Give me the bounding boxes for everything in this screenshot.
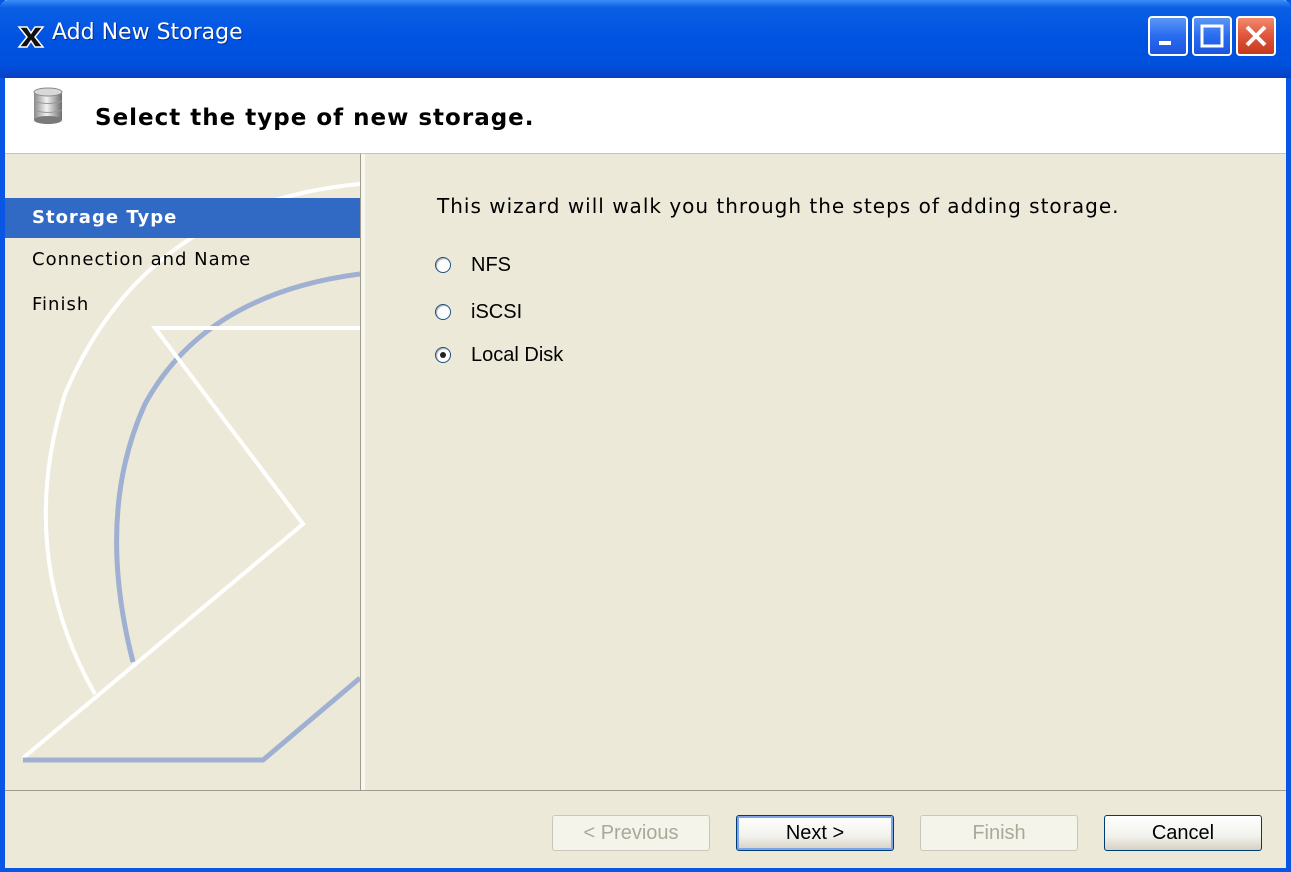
sidebar-divider [361, 154, 365, 790]
finish-button[interactable]: Finish [920, 815, 1078, 851]
database-icon [33, 87, 63, 124]
nfs-radio[interactable] [435, 257, 451, 273]
step-connection-and-name: Connection and Name [32, 249, 252, 270]
local-disk-label[interactable]: Local Disk [471, 344, 563, 367]
option-nfs[interactable]: NFS [435, 250, 511, 280]
minimize-button[interactable] [1148, 16, 1188, 56]
iscsi-label[interactable]: iSCSI [471, 301, 522, 324]
next-button[interactable]: Next > [736, 815, 894, 851]
option-iscsi[interactable]: iSCSI [435, 297, 522, 327]
intro-text: This wizard will walk you through the st… [437, 194, 1120, 218]
option-local-disk[interactable]: Local Disk [435, 340, 563, 370]
step-finish: Finish [32, 294, 90, 315]
wizard-footer: < Previous Next > Finish Cancel [5, 790, 1286, 868]
maximize-button[interactable] [1192, 16, 1232, 56]
wizard-steps-sidebar: Storage Type Connection and Name Finish [5, 154, 361, 790]
wizard-header: Select the type of new storage. [5, 78, 1286, 154]
wizard-window: Add New Storage Select the type of new s… [0, 0, 1291, 872]
maximize-icon [1200, 24, 1224, 48]
step-storage-type: Storage Type [5, 198, 360, 238]
app-x-icon [17, 26, 45, 48]
title-bar[interactable]: Add New Storage [0, 0, 1291, 78]
close-icon [1245, 25, 1267, 47]
cancel-button[interactable]: Cancel [1104, 815, 1262, 851]
previous-button[interactable]: < Previous [552, 815, 710, 851]
page-title: Select the type of new storage. [95, 105, 535, 131]
nfs-label[interactable]: NFS [471, 254, 511, 277]
close-button[interactable] [1236, 16, 1276, 56]
local-disk-radio[interactable] [435, 347, 451, 363]
iscsi-radio[interactable] [435, 304, 451, 320]
minimize-icon [1159, 41, 1171, 45]
wizard-content: This wizard will walk you through the st… [367, 154, 1286, 790]
window-title: Add New Storage [52, 20, 243, 45]
